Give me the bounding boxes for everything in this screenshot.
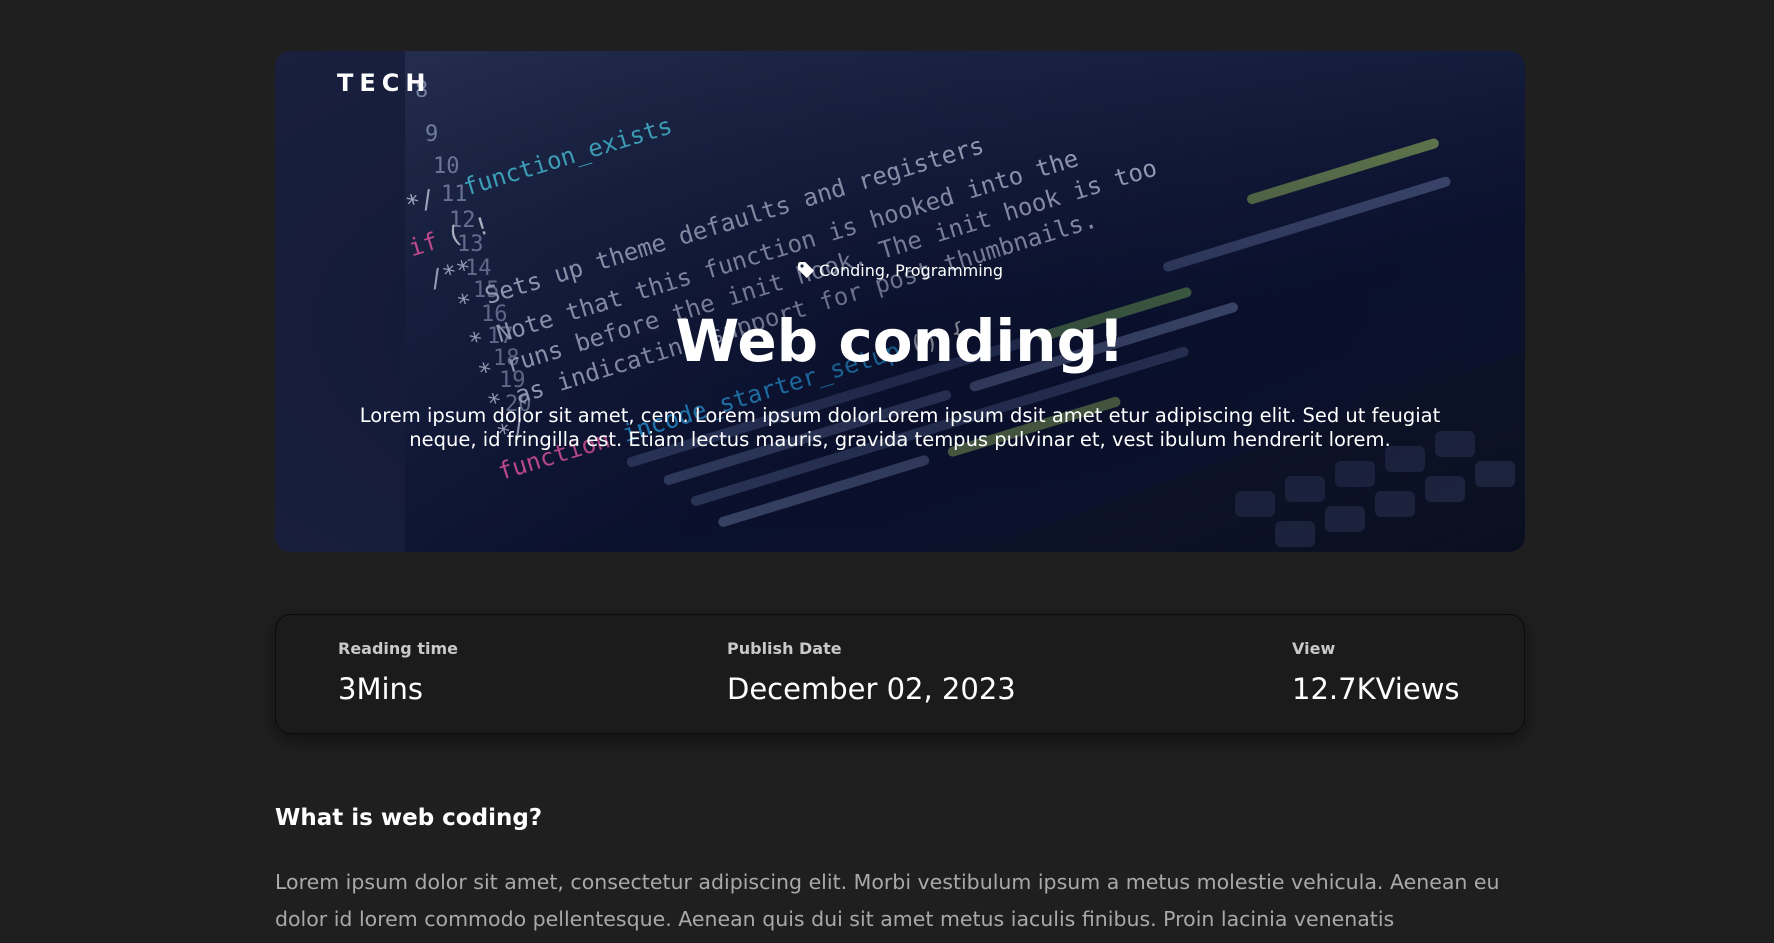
category-tags[interactable]: Conding, Programming: [275, 261, 1525, 283]
stat-reading-time: Reading time 3Mins: [338, 639, 458, 708]
article-summary: Lorem ipsum dolor sit amet, cem. Lorem i…: [359, 404, 1441, 451]
stat-views: View 12.7KViews: [1292, 639, 1460, 708]
stat-label: Publish Date: [727, 639, 842, 658]
article-page: 8 9 10 11 12 13 14 15 16 17 18 19 20 */ …: [0, 0, 1774, 943]
section-heading: What is web coding?: [275, 805, 543, 831]
category-tags-text: Conding, Programming: [818, 261, 1003, 280]
stat-value: 3Mins: [338, 672, 424, 706]
stat-label: View: [1292, 639, 1336, 658]
hero-overlay: [275, 51, 1525, 552]
stat-value: December 02, 2023: [727, 672, 1016, 706]
stat-publish-date: Publish Date December 02, 2023: [727, 639, 1016, 708]
hero-banner: 8 9 10 11 12 13 14 15 16 17 18 19 20 */ …: [275, 51, 1525, 552]
article-body: Lorem ipsum dolor sit amet, consectetur …: [275, 870, 1500, 931]
stat-value: 12.7KViews: [1292, 672, 1460, 706]
stat-label: Reading time: [338, 639, 458, 658]
tag-icon: [797, 261, 815, 283]
article-title: Web conding!: [675, 307, 1125, 375]
brand-logo[interactable]: TECH: [337, 69, 431, 97]
article-stats-card: Reading time 3Mins Publish Date December…: [275, 614, 1525, 734]
